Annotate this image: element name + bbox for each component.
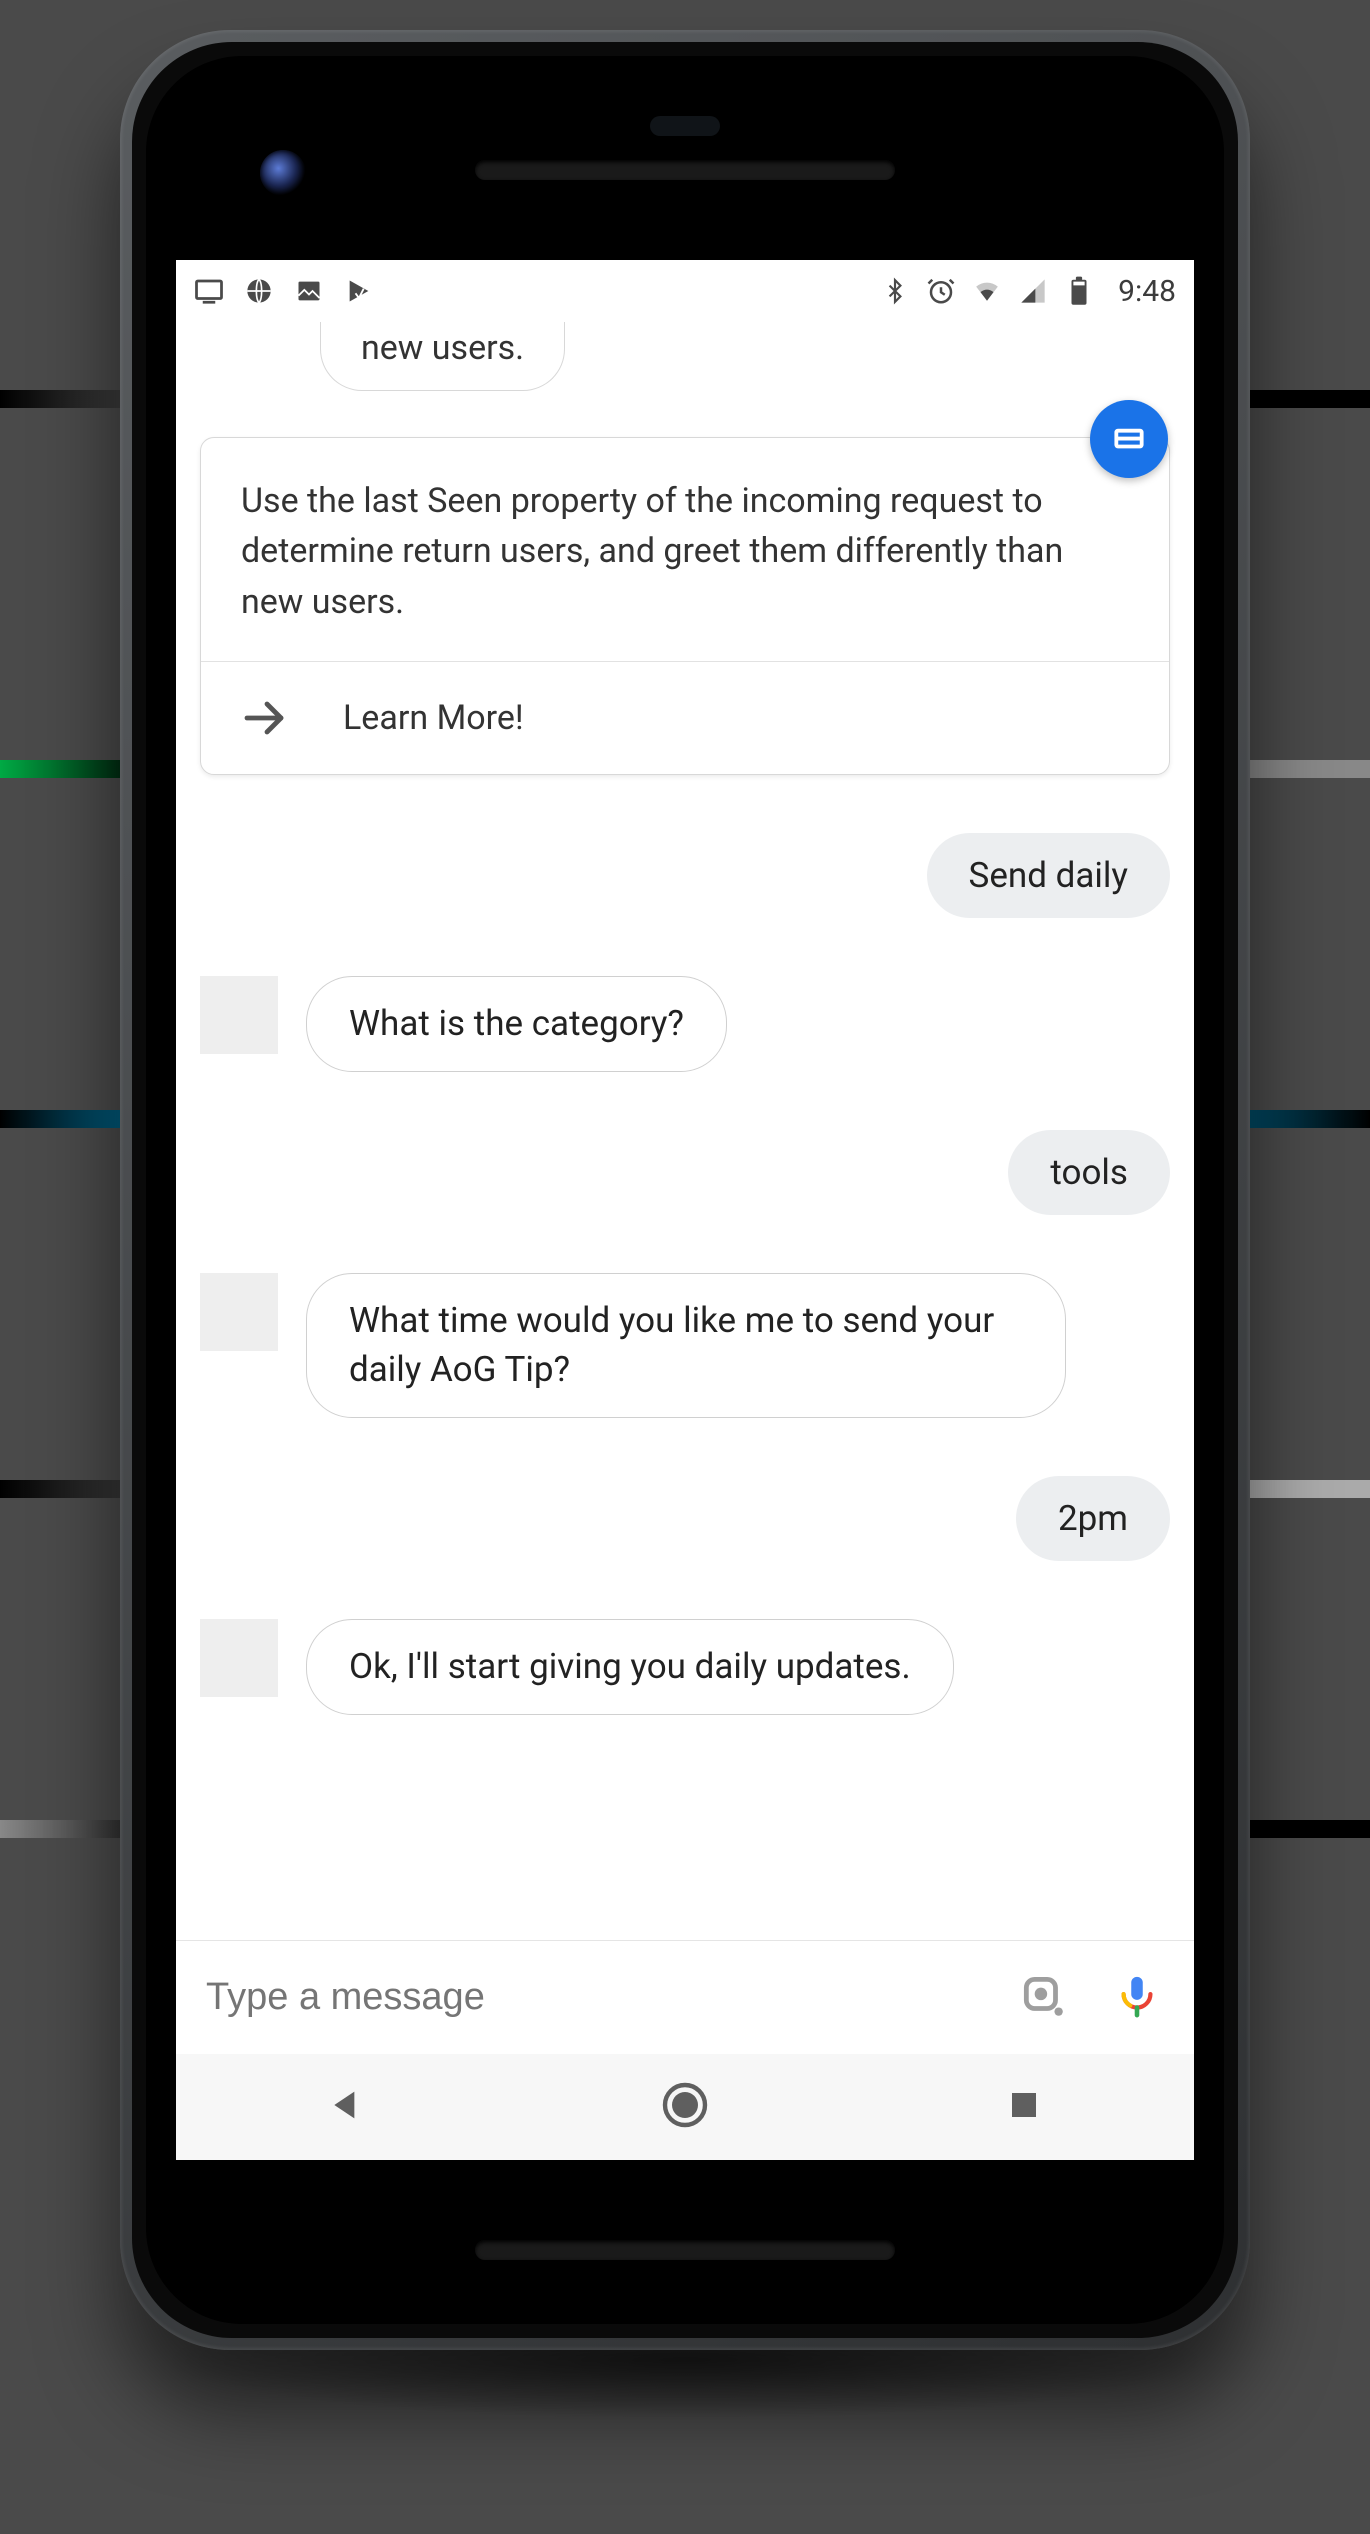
user-bubble[interactable]: tools bbox=[1008, 1130, 1170, 1215]
square-recents-icon bbox=[1006, 2087, 1042, 2127]
recents-button[interactable] bbox=[996, 2079, 1052, 2135]
back-button[interactable] bbox=[318, 2079, 374, 2135]
screen: 9:48 new users. Use the last Seen proper… bbox=[176, 260, 1194, 2160]
user-message-text: tools bbox=[1050, 1152, 1128, 1193]
circle-home-icon bbox=[661, 2081, 709, 2133]
proximity-sensor bbox=[650, 116, 720, 136]
play-icon bbox=[344, 276, 374, 306]
photo-icon bbox=[294, 276, 324, 306]
bluetooth-icon bbox=[880, 276, 910, 306]
bottom-speaker bbox=[475, 2240, 895, 2260]
cell-icon bbox=[1018, 276, 1048, 306]
user-message-row: tools bbox=[200, 1130, 1170, 1215]
bot-message-text: Ok, I'll start giving you daily updates. bbox=[349, 1646, 911, 1687]
user-message-row: Send daily bbox=[200, 833, 1170, 918]
tip-card: Use the last Seen property of the incomi… bbox=[200, 437, 1170, 775]
user-message-text: 2pm bbox=[1058, 1498, 1128, 1539]
user-message-text: Send daily bbox=[969, 855, 1128, 896]
bot-bubble[interactable]: What is the category? bbox=[306, 976, 727, 1072]
battery-icon bbox=[1064, 276, 1094, 306]
bot-message-row: What time would you like me to send your… bbox=[200, 1273, 1170, 1418]
chat-scroll-area[interactable]: new users. Use the last Seen property of… bbox=[176, 322, 1194, 1940]
arrow-right-icon bbox=[241, 694, 289, 742]
bot-bubble[interactable]: What time would you like me to send your… bbox=[306, 1273, 1066, 1418]
user-message-row: 2pm bbox=[200, 1476, 1170, 1561]
message-input[interactable] bbox=[206, 1976, 976, 2019]
user-bubble[interactable]: Send daily bbox=[927, 833, 1170, 918]
partial-bubble-text: new users. bbox=[361, 328, 524, 368]
sports-icon bbox=[244, 276, 274, 306]
bot-message-row: What is the category? bbox=[200, 976, 1170, 1072]
front-camera bbox=[260, 150, 306, 196]
phone-frame: 9:48 new users. Use the last Seen proper… bbox=[120, 30, 1250, 2350]
partial-previous-bubble: new users. bbox=[320, 322, 565, 391]
earpiece-speaker bbox=[475, 160, 895, 180]
cast-icon bbox=[194, 276, 224, 306]
navigation-bar bbox=[176, 2054, 1194, 2160]
bot-bubble[interactable]: Ok, I'll start giving you daily updates. bbox=[306, 1619, 954, 1715]
bot-message-text: What is the category? bbox=[349, 1003, 684, 1044]
lens-button[interactable] bbox=[1016, 1971, 1070, 2025]
user-bubble[interactable]: 2pm bbox=[1016, 1476, 1170, 1561]
bot-message-row: Ok, I'll start giving you daily updates. bbox=[200, 1619, 1170, 1715]
status-time: 9:48 bbox=[1118, 274, 1176, 309]
home-button[interactable] bbox=[657, 2079, 713, 2135]
learn-more-label: Learn More! bbox=[343, 698, 524, 738]
bot-avatar bbox=[200, 1619, 278, 1697]
composer-bar bbox=[176, 1940, 1194, 2054]
app-badge[interactable] bbox=[1090, 400, 1168, 478]
learn-more-button[interactable]: Learn More! bbox=[201, 661, 1169, 774]
bot-avatar bbox=[200, 1273, 278, 1351]
triangle-back-icon bbox=[326, 2085, 366, 2129]
mic-button[interactable] bbox=[1110, 1971, 1164, 2025]
mic-icon bbox=[1114, 1970, 1160, 2026]
lens-icon bbox=[1018, 1971, 1068, 2025]
bot-avatar bbox=[200, 976, 278, 1054]
tray-icon bbox=[1110, 418, 1148, 460]
bot-message-text: What time would you like me to send your… bbox=[349, 1300, 994, 1391]
card-body-text: Use the last Seen property of the incomi… bbox=[201, 438, 1169, 661]
alarm-icon bbox=[926, 276, 956, 306]
status-bar: 9:48 bbox=[176, 260, 1194, 322]
wifi-icon bbox=[972, 276, 1002, 306]
